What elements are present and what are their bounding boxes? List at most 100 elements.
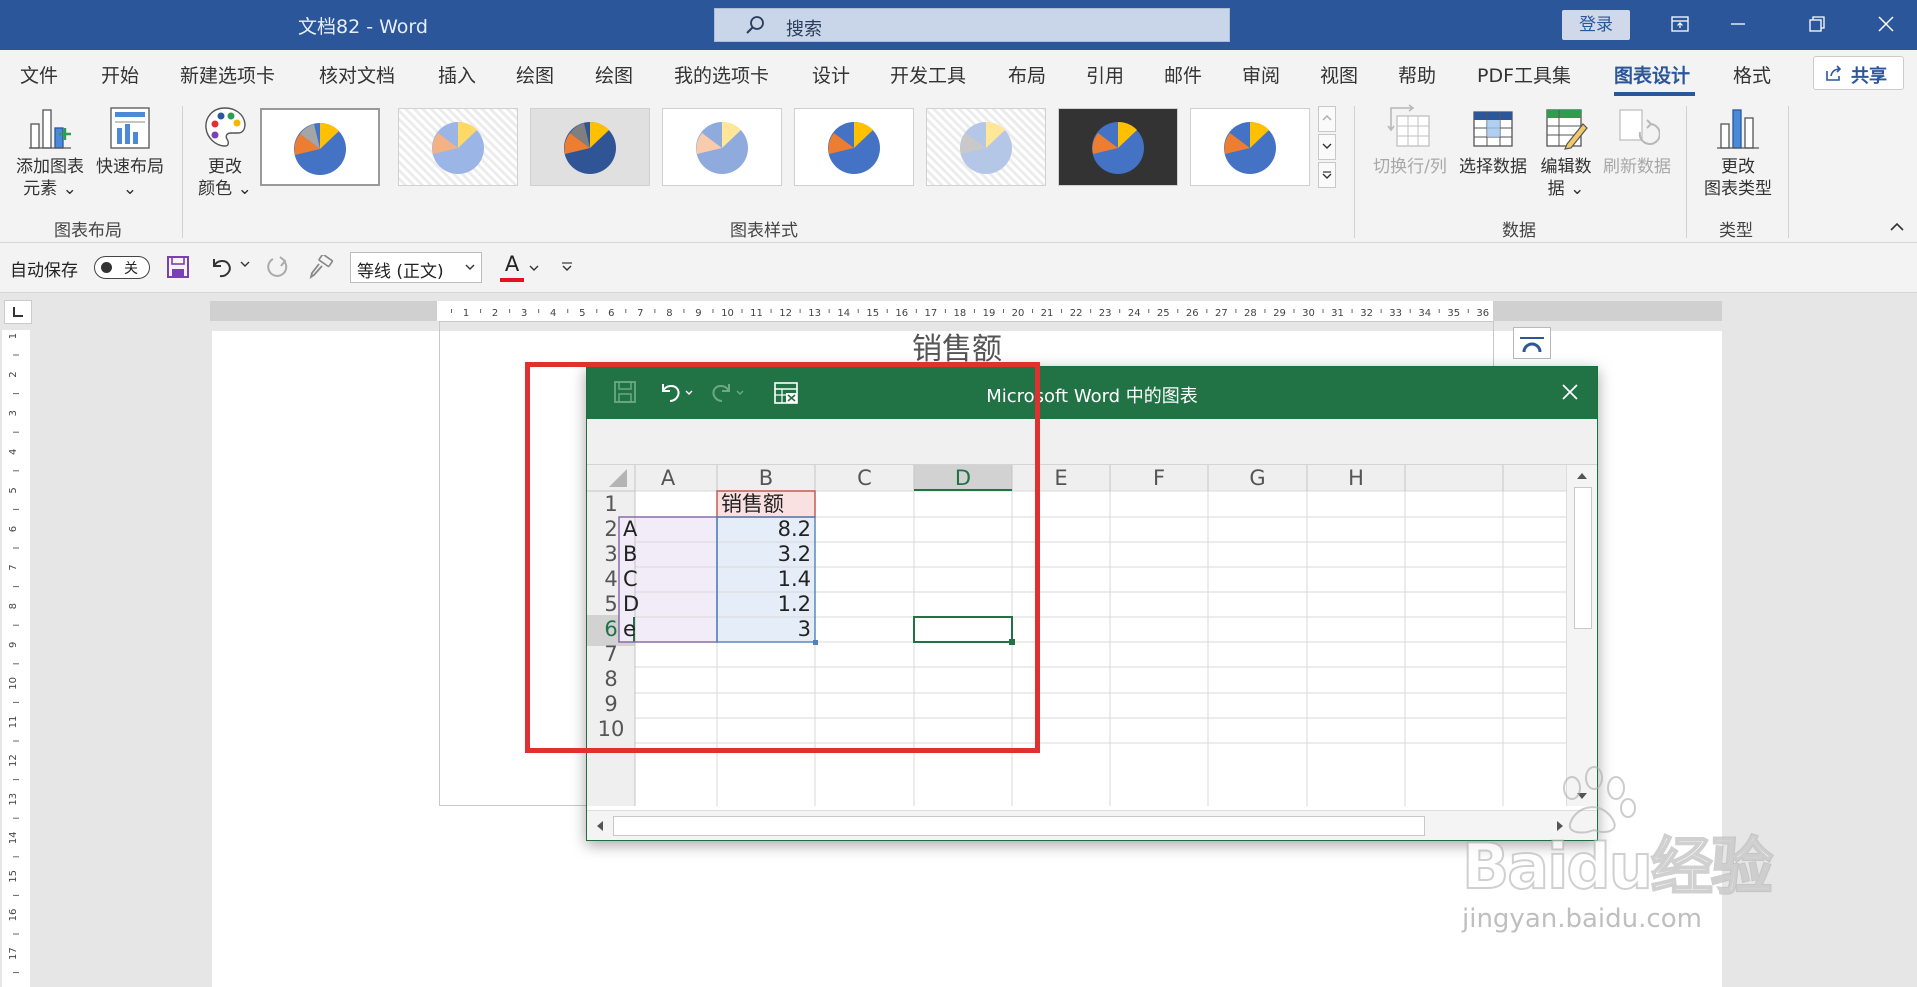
share-button[interactable]: 共享	[1813, 56, 1904, 90]
chart-style-1[interactable]	[260, 108, 380, 186]
tab-draw-1[interactable]: 绘图	[516, 61, 554, 88]
refresh-data-button[interactable]: 刷新数据	[1600, 104, 1674, 178]
quick-layout-label: 快速布局	[96, 157, 164, 177]
column-header-f[interactable]: F	[1110, 465, 1208, 491]
column-header-g[interactable]: G	[1208, 465, 1307, 491]
autosave-toggle[interactable]: 关	[94, 256, 150, 279]
group-label-chart-styles: 图表样式	[730, 221, 798, 241]
ruler-number: 2	[8, 371, 19, 377]
tab-home[interactable]: 开始	[101, 61, 139, 88]
cell-a6[interactable]: e	[619, 614, 717, 645]
ruler-number: 11	[8, 716, 19, 729]
tab-chart-design[interactable]: 图表设计	[1614, 61, 1690, 88]
ruler-number: 22	[1070, 308, 1083, 319]
tab-selector[interactable]	[4, 300, 32, 324]
tab-file[interactable]: 文件	[20, 61, 58, 88]
chevron-down-icon	[1322, 143, 1332, 149]
tab-layout[interactable]: 布局	[1008, 61, 1046, 88]
minimize-button[interactable]	[1718, 10, 1758, 40]
add-chart-element-label-2: 元素 ⌄	[23, 179, 77, 199]
chart-style-5[interactable]	[794, 108, 914, 186]
pie-thumbnail-icon	[294, 122, 346, 175]
tab-my-tab[interactable]: 我的选项卡	[674, 61, 769, 88]
edit-data-button[interactable]: 编辑数 据 ⌄	[1532, 104, 1600, 200]
ruler-number: 7	[8, 564, 19, 570]
data-window-close-button[interactable]	[1561, 383, 1579, 401]
collapse-ribbon-button[interactable]	[1890, 222, 1904, 231]
chart-data-window-titlebar[interactable]: Microsoft Word 中的图表	[587, 367, 1597, 419]
horizontal-scroll-thumb[interactable]	[613, 816, 1425, 836]
spreadsheet-grid[interactable]: A B C D E F G H 1 2 3 4 5 6 7 8 9 10 销售额…	[587, 465, 1597, 806]
chart-style-7[interactable]	[1058, 108, 1178, 186]
edit-data-label-2: 据 ⌄	[1547, 179, 1585, 199]
ruler-right-margin	[1493, 301, 1722, 321]
undo-button[interactable]	[208, 255, 234, 279]
vertical-ruler[interactable]: 1 2 3 4 5 6 7 8 9 10 11 12 13 14 15 16 17	[2, 330, 30, 987]
add-chart-element-button[interactable]: 添加图表 元素 ⌄	[10, 104, 90, 200]
active-tab-indicator	[1614, 92, 1695, 96]
customize-qat-button[interactable]	[561, 262, 573, 272]
undo-dropdown-button[interactable]	[240, 261, 250, 267]
save-button[interactable]	[166, 255, 190, 279]
vertical-scroll-thumb[interactable]	[1574, 487, 1592, 629]
tab-pdf-tools[interactable]: PDF工具集	[1477, 61, 1571, 88]
column-header-b[interactable]: B	[717, 465, 815, 491]
restore-button[interactable]	[1797, 10, 1837, 40]
ruler-number: 34	[1418, 308, 1431, 319]
column-header-a[interactable]: A	[619, 465, 717, 491]
tab-review[interactable]: 审阅	[1242, 61, 1280, 88]
chart-style-8[interactable]	[1190, 108, 1310, 186]
horizontal-scrollbar[interactable]	[587, 810, 1597, 840]
search-box[interactable]: 搜索	[714, 8, 1230, 42]
redo-button[interactable]	[264, 255, 290, 281]
chart-style-4[interactable]	[662, 108, 782, 186]
column-header-d[interactable]: D	[914, 465, 1012, 491]
gallery-scroll-down-button[interactable]	[1318, 134, 1336, 160]
format-painter-button[interactable]	[308, 255, 334, 279]
font-color-button[interactable]: A	[500, 252, 524, 284]
change-colors-button[interactable]: 更改 颜色 ⌄	[192, 104, 258, 200]
login-button[interactable]: 登录	[1562, 10, 1630, 40]
restore-icon	[1809, 16, 1825, 32]
tab-references[interactable]: 引用	[1086, 61, 1124, 88]
gallery-scroll-up-button[interactable]	[1318, 106, 1336, 132]
vertical-scrollbar[interactable]	[1566, 465, 1597, 806]
chart-style-2[interactable]	[398, 108, 518, 186]
select-data-button[interactable]: 选择数据	[1454, 104, 1532, 178]
chart-style-6[interactable]	[926, 108, 1046, 186]
tab-view[interactable]: 视图	[1320, 61, 1358, 88]
chevron-down-icon	[465, 264, 475, 270]
column-header-h[interactable]: H	[1307, 465, 1405, 491]
quick-layout-button[interactable]: 快速布局 ⌄	[92, 104, 168, 200]
font-name-dropdown[interactable]: 等线 (正文)	[350, 252, 482, 283]
tab-help[interactable]: 帮助	[1398, 61, 1436, 88]
tab-format[interactable]: 格式	[1733, 61, 1771, 88]
tab-draw-2[interactable]: 绘图	[595, 61, 633, 88]
ruler-number: 8	[666, 308, 672, 319]
tab-proofread[interactable]: 核对文档	[319, 61, 395, 88]
formula-bar[interactable]	[587, 419, 1597, 465]
scroll-left-icon	[597, 821, 603, 831]
column-header-e[interactable]: E	[1012, 465, 1110, 491]
ribbon-display-options-button[interactable]	[1660, 10, 1700, 40]
tab-new-tab[interactable]: 新建选项卡	[180, 61, 275, 88]
column-header-c[interactable]: C	[815, 465, 914, 491]
tab-design[interactable]: 设计	[812, 61, 850, 88]
layout-options-button[interactable]	[1513, 327, 1551, 359]
cell-b6[interactable]: 3	[717, 614, 815, 645]
switch-row-column-button[interactable]: 切换行/列	[1368, 104, 1452, 178]
chart-data-window[interactable]: Microsoft Word 中的图表 A B C D E F G H 1 2 …	[586, 366, 1598, 841]
ruler-number: 21	[1041, 308, 1054, 319]
font-color-dropdown-button[interactable]	[529, 265, 539, 271]
change-chart-type-button[interactable]: 更改 图表类型	[1694, 104, 1782, 200]
tab-insert[interactable]: 插入	[438, 61, 476, 88]
gallery-more-button[interactable]	[1318, 162, 1336, 188]
close-button[interactable]	[1866, 10, 1906, 40]
row-header-10[interactable]: 10	[587, 714, 635, 745]
horizontal-ruler[interactable]: 6543211234567891011121314151617181920212…	[210, 301, 1722, 321]
chart-style-3[interactable]	[530, 108, 650, 186]
tab-mailings[interactable]: 邮件	[1164, 61, 1202, 88]
chart-title[interactable]: 销售额	[912, 324, 1002, 368]
tab-developer[interactable]: 开发工具	[890, 61, 966, 88]
edit-data-icon	[1546, 109, 1588, 150]
